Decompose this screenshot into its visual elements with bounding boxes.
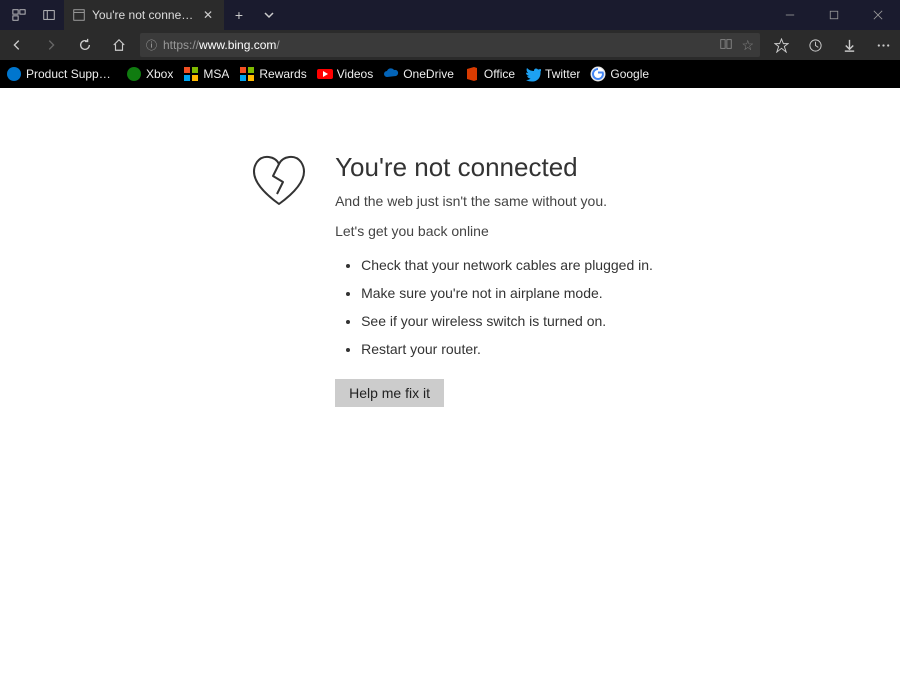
minimize-button[interactable] [768, 0, 812, 30]
sidebar-toggle-icon[interactable] [34, 0, 64, 30]
history-icon[interactable] [798, 30, 832, 60]
error-step: Check that your network cables are plugg… [361, 257, 653, 273]
forward-button[interactable] [34, 30, 68, 60]
favorites-hub-icon[interactable] [764, 30, 798, 60]
dell-icon [6, 66, 22, 82]
new-tab-button[interactable]: + [224, 0, 254, 30]
nav-bar: ⓘ https://www.bing.com/ ☆ [0, 30, 900, 60]
error-step: See if your wireless switch is turned on… [361, 313, 653, 329]
error-subheading: And the web just isn't the same without … [335, 193, 653, 209]
tab-menu-icon[interactable] [254, 0, 284, 30]
bookmark-item[interactable]: Rewards [239, 66, 306, 82]
refresh-button[interactable] [68, 30, 102, 60]
xbox-icon [126, 66, 142, 82]
onedrive-icon [383, 66, 399, 82]
title-bar: You're not connected ✕ + [0, 0, 900, 30]
bookmarks-bar: Product Support | Dell Xbox MSA Rewards … [0, 60, 900, 88]
office-icon [464, 66, 480, 82]
maximize-button[interactable] [812, 0, 856, 30]
favorite-star-icon[interactable]: ☆ [741, 37, 754, 54]
error-heading: You're not connected [335, 152, 653, 183]
url-text: https://www.bing.com/ [163, 38, 713, 52]
microsoft-icon [239, 66, 255, 82]
address-bar[interactable]: ⓘ https://www.bing.com/ ☆ [140, 33, 760, 57]
downloads-icon[interactable] [832, 30, 866, 60]
bookmark-item[interactable]: Product Support | Dell [6, 66, 116, 82]
bookmark-item[interactable]: OneDrive [383, 66, 454, 82]
bookmark-item[interactable]: Xbox [126, 66, 173, 82]
page-icon [72, 8, 86, 22]
page-content: You're not connected And the web just is… [0, 88, 900, 693]
browser-tab[interactable]: You're not connected ✕ [64, 0, 224, 30]
error-lead: Let's get you back online [335, 223, 653, 239]
close-tab-icon[interactable]: ✕ [200, 7, 216, 23]
close-window-button[interactable] [856, 0, 900, 30]
help-fix-button[interactable]: Help me fix it [335, 379, 444, 407]
youtube-icon [317, 66, 333, 82]
bookmark-item[interactable]: Videos [317, 66, 373, 82]
twitter-icon [525, 66, 541, 82]
bookmark-item[interactable]: MSA [183, 66, 229, 82]
tab-title: You're not connected [92, 8, 194, 22]
bookmark-item[interactable]: Office [464, 66, 515, 82]
broken-heart-icon [247, 152, 311, 693]
task-view-icon[interactable] [4, 0, 34, 30]
google-icon [590, 66, 606, 82]
more-menu-icon[interactable] [866, 30, 900, 60]
info-icon[interactable]: ⓘ [146, 37, 157, 53]
bookmark-item[interactable]: Google [590, 66, 649, 82]
reading-view-icon[interactable] [719, 37, 733, 54]
bookmark-item[interactable]: Twitter [525, 66, 580, 82]
error-step: Make sure you're not in airplane mode. [361, 285, 653, 301]
error-step: Restart your router. [361, 341, 653, 357]
back-button[interactable] [0, 30, 34, 60]
microsoft-icon [183, 66, 199, 82]
error-steps-list: Check that your network cables are plugg… [335, 257, 653, 357]
home-button[interactable] [102, 30, 136, 60]
